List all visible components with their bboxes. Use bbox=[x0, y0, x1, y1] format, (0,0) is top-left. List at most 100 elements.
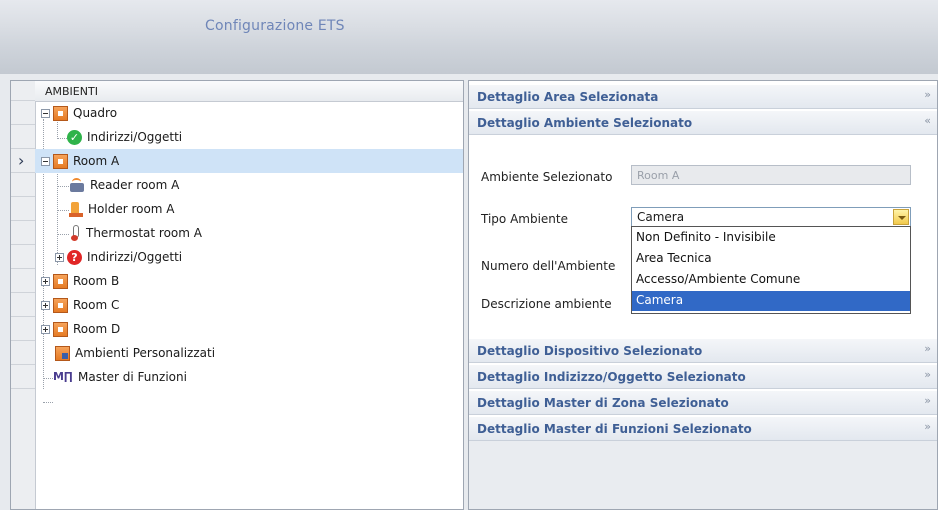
ambiente-selezionato-label: Ambiente Selezionato bbox=[481, 170, 613, 184]
expand-icon[interactable] bbox=[41, 276, 50, 286]
room-icon bbox=[53, 153, 68, 169]
gutter-cell[interactable] bbox=[11, 365, 35, 389]
dropdown-option[interactable]: Non Definito - Invisibile bbox=[632, 228, 910, 248]
expand-icon[interactable] bbox=[41, 324, 50, 334]
room-icon bbox=[53, 105, 68, 121]
tree-node-holder[interactable]: Holder room A bbox=[69, 197, 175, 221]
room-icon bbox=[53, 321, 68, 337]
numero-ambiente-label: Numero dell'Ambiente bbox=[481, 259, 616, 273]
tree-node-master-funzioni[interactable]: M∏ Master di Funzioni bbox=[53, 365, 187, 389]
collapse-icon[interactable] bbox=[41, 108, 50, 118]
title-bar: Configurazione ETS bbox=[0, 0, 938, 46]
gutter-cell[interactable] bbox=[11, 197, 35, 221]
expand-icon[interactable] bbox=[41, 300, 50, 310]
ambiente-selezionato-field: Room A bbox=[631, 165, 911, 185]
gutter-cell[interactable] bbox=[11, 221, 35, 245]
check-ok-icon: ✓ bbox=[67, 129, 82, 145]
room-icon bbox=[53, 297, 68, 313]
expand-chevron-icon[interactable]: » bbox=[924, 342, 931, 355]
tree-connector bbox=[43, 402, 53, 403]
tree-connector bbox=[43, 378, 53, 379]
room-icon bbox=[53, 273, 68, 289]
expand-chevron-icon[interactable]: » bbox=[924, 394, 931, 407]
tree-node-label: Indirizzi/Oggetti bbox=[87, 130, 183, 144]
tree-connector bbox=[57, 234, 69, 235]
ambienti-tree-panel: AMBIENTI Quadro ✓ Indirizzi/Oggetti Room… bbox=[10, 80, 464, 510]
tree-node-label: Room C bbox=[73, 298, 120, 312]
collapse-icon[interactable] bbox=[41, 156, 50, 166]
gutter-cell[interactable] bbox=[11, 341, 35, 365]
expand-chevron-icon[interactable]: » bbox=[924, 420, 931, 433]
card-reader-icon bbox=[69, 178, 85, 192]
tipo-ambiente-select[interactable]: Camera bbox=[631, 207, 911, 227]
gutter-cell[interactable] bbox=[11, 317, 35, 341]
section-label: Dettaglio Area Selezionata bbox=[477, 90, 659, 104]
expand-chevron-icon[interactable]: » bbox=[924, 88, 931, 101]
tree-connector bbox=[57, 138, 67, 139]
dropdown-option[interactable]: Accesso/Ambiente Comune bbox=[632, 270, 910, 290]
expand-icon[interactable] bbox=[55, 252, 64, 262]
tree-node-reader[interactable]: Reader room A bbox=[69, 173, 179, 197]
section-master-zona-header[interactable]: Dettaglio Master di Zona Selezionato » bbox=[469, 391, 937, 415]
gutter-cell[interactable] bbox=[11, 245, 35, 269]
ambiente-detail-body: Ambiente Selezionato Room A Tipo Ambient… bbox=[469, 137, 937, 341]
tree-node-room-a-selected[interactable]: Room A bbox=[35, 149, 463, 173]
section-label: Dettaglio Dispositivo Selezionato bbox=[477, 344, 703, 358]
error-icon: ? bbox=[67, 249, 82, 265]
descrizione-ambiente-label: Descrizione ambiente bbox=[481, 297, 612, 311]
gutter-cell[interactable] bbox=[11, 293, 35, 317]
tipo-ambiente-label: Tipo Ambiente bbox=[481, 212, 568, 226]
section-master-funzioni-header[interactable]: Dettaglio Master di Funzioni Selezionato… bbox=[469, 417, 937, 441]
collapse-chevron-icon[interactable]: « bbox=[924, 114, 931, 127]
tree-node-label: Room D bbox=[73, 322, 121, 336]
empty-area bbox=[469, 441, 937, 509]
gutter-empty bbox=[11, 389, 35, 509]
tree-node-quadro[interactable]: Quadro bbox=[41, 101, 117, 125]
gutter-cell[interactable] bbox=[11, 101, 35, 125]
section-label: Dettaglio Ambiente Selezionato bbox=[477, 116, 693, 130]
tree-connector bbox=[57, 186, 69, 187]
card-holder-icon bbox=[69, 201, 83, 217]
dropdown-option-selected[interactable]: Camera bbox=[632, 291, 910, 311]
tree-node-ambienti-personalizzati[interactable]: Ambienti Personalizzati bbox=[55, 341, 215, 365]
tree-header-label: AMBIENTI bbox=[45, 85, 98, 98]
section-area-header[interactable]: Dettaglio Area Selezionata » bbox=[469, 85, 937, 109]
tipo-ambiente-dropdown: Non Definito - Invisibile Area Tecnica A… bbox=[631, 226, 911, 314]
tree-node-label: Master di Funzioni bbox=[78, 370, 187, 384]
tree-node-label: Indirizzi/Oggetti bbox=[87, 250, 183, 264]
tree-node-room-d[interactable]: Room D bbox=[41, 317, 120, 341]
detail-panel: Dettaglio Area Selezionata » Dettaglio A… bbox=[468, 80, 938, 510]
custom-room-icon bbox=[55, 345, 70, 361]
section-label: Dettaglio Master di Zona Selezionato bbox=[477, 396, 729, 410]
toolbar-strip bbox=[0, 46, 938, 75]
tree-node-room-b[interactable]: Room B bbox=[41, 269, 119, 293]
tree-connector bbox=[57, 210, 69, 211]
gutter-cell[interactable] bbox=[11, 269, 35, 293]
gutter-cell[interactable] bbox=[11, 125, 35, 149]
tree-node-label: Holder room A bbox=[88, 202, 175, 216]
tree-node-label: Room B bbox=[73, 274, 120, 288]
expand-chevron-icon[interactable]: » bbox=[924, 368, 931, 381]
section-label: Dettaglio Master di Funzioni Selezionato bbox=[477, 422, 752, 436]
row-gutter bbox=[11, 81, 36, 509]
tree-node-thermostat[interactable]: Thermostat room A bbox=[69, 221, 202, 245]
gutter-header bbox=[11, 81, 35, 101]
tipo-ambiente-value: Camera bbox=[637, 210, 685, 224]
tree-node-label: Room A bbox=[73, 154, 120, 168]
master-functions-icon: M∏ bbox=[53, 370, 73, 383]
tree-node-indirizzi-room-a[interactable]: ? Indirizzi/Oggetti bbox=[55, 245, 182, 269]
section-ambiente-header[interactable]: Dettaglio Ambiente Selezionato « bbox=[469, 111, 937, 135]
tree-node-room-c[interactable]: Room C bbox=[41, 293, 119, 317]
window-title: Configurazione ETS bbox=[205, 18, 345, 34]
dropdown-option[interactable]: Area Tecnica bbox=[632, 249, 910, 269]
section-label: Dettaglio Indizizzo/Oggetto Selezionato bbox=[477, 370, 746, 384]
current-row-indicator[interactable] bbox=[11, 149, 35, 173]
gutter-cell[interactable] bbox=[11, 173, 35, 197]
tree-header: AMBIENTI bbox=[35, 81, 463, 102]
thermometer-icon bbox=[69, 225, 81, 241]
section-indirizzo-header[interactable]: Dettaglio Indizizzo/Oggetto Selezionato … bbox=[469, 365, 937, 389]
section-dispositivo-header[interactable]: Dettaglio Dispositivo Selezionato » bbox=[469, 339, 937, 363]
tree-node-indirizzi-quadro[interactable]: ✓ Indirizzi/Oggetti bbox=[67, 125, 182, 149]
dropdown-arrow-icon[interactable] bbox=[893, 209, 909, 225]
tree-node-label: Ambienti Personalizzati bbox=[75, 346, 216, 360]
